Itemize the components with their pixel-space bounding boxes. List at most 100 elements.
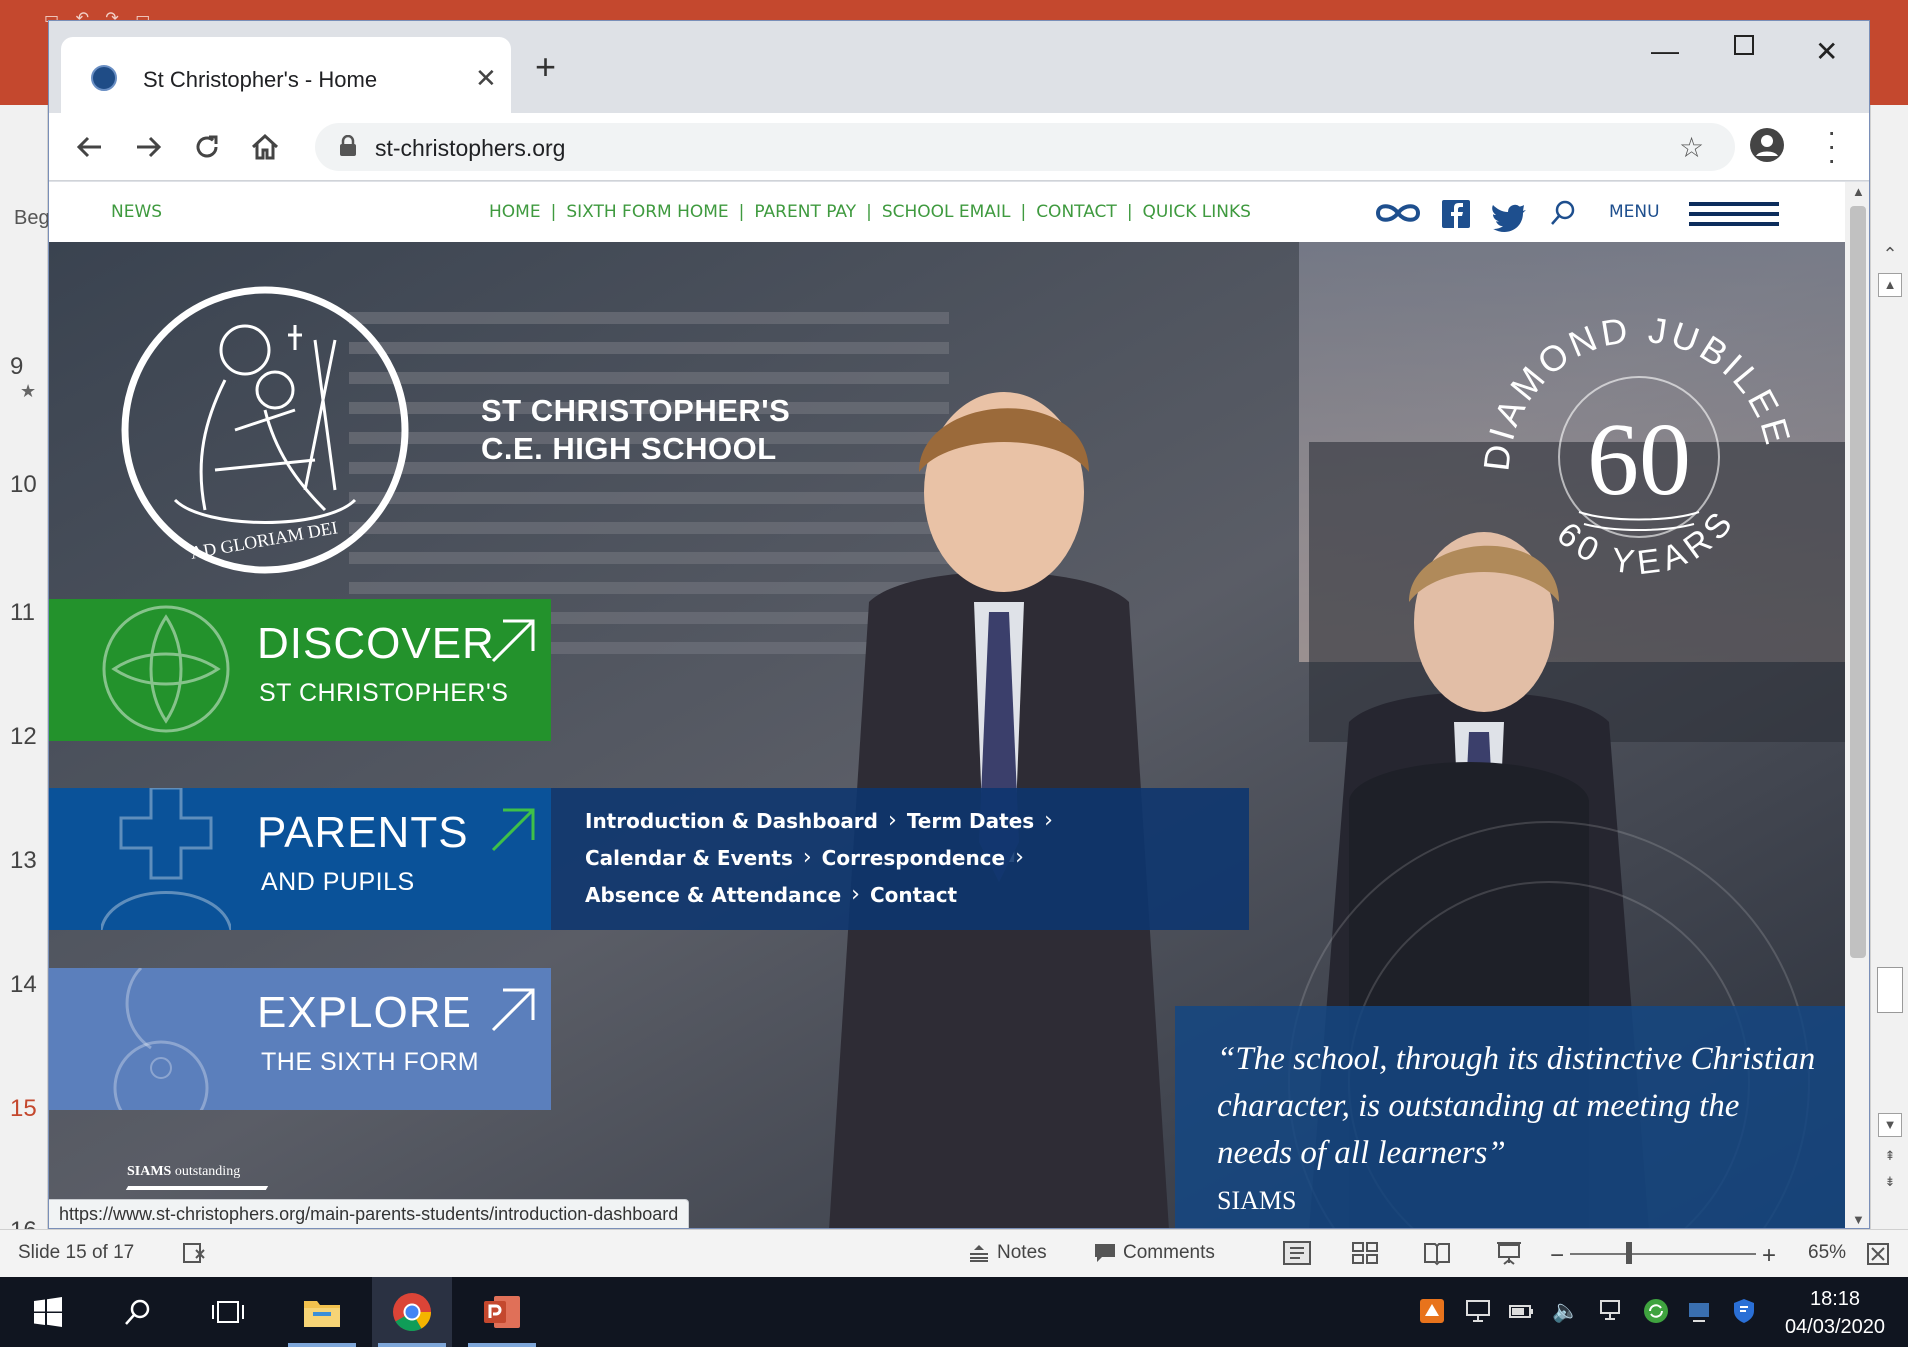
slide-scrollbar[interactable]: ⌃ ▲ ▼ ⇞ ⇟: [1870, 105, 1908, 1229]
previous-slide-icon[interactable]: ⇞: [1878, 1145, 1902, 1169]
back-icon[interactable]: [69, 127, 109, 167]
search-button[interactable]: [98, 1277, 178, 1347]
system-clock[interactable]: 18:18 04/03/2020: [1770, 1285, 1900, 1341]
new-tab-button[interactable]: +: [535, 47, 556, 87]
notes-button[interactable]: Notes: [968, 1242, 1047, 1264]
nav-quick-links[interactable]: QUICK LINKS: [1143, 202, 1251, 222]
zoom-out-button[interactable]: −: [1550, 1242, 1564, 1270]
nav-separator: |: [1126, 202, 1133, 222]
slide-number-11[interactable]: 11: [10, 599, 35, 627]
scroll-down-button[interactable]: ▼: [1878, 1113, 1902, 1137]
link-introduction-dashboard[interactable]: Introduction & Dashboard: [585, 809, 878, 833]
link-correspondence[interactable]: Correspondence: [822, 846, 1005, 870]
reading-view-icon[interactable]: [1422, 1240, 1452, 1266]
accessibility-icon[interactable]: [182, 1242, 208, 1264]
maximize-icon[interactable]: [1733, 31, 1755, 63]
task-view-button[interactable]: [188, 1277, 268, 1347]
link-contact[interactable]: Contact: [870, 883, 957, 907]
nav-contact[interactable]: CONTACT: [1036, 202, 1117, 222]
infinity-logo-icon[interactable]: [1375, 204, 1421, 222]
address-bar[interactable]: st-christophers.org ☆: [315, 123, 1735, 171]
menu-label[interactable]: MENU: [1609, 202, 1660, 222]
close-tab-icon[interactable]: ✕: [475, 63, 497, 94]
forward-icon[interactable]: [129, 127, 169, 167]
slide-number-12[interactable]: 12: [10, 723, 37, 751]
bookmark-star-icon[interactable]: ☆: [1679, 131, 1704, 164]
slide-sorter-icon[interactable]: [1350, 1240, 1380, 1266]
shield-icon[interactable]: [1730, 1297, 1758, 1325]
discover-st-christophers-button[interactable]: DISCOVER ST CHRISTOPHER'S: [49, 599, 551, 741]
slide-number-10[interactable]: 10: [10, 471, 37, 499]
chrome-menu-icon[interactable]: · · ·: [1827, 118, 1836, 174]
school-crest-logo: AD GLORIAM DEI: [121, 286, 409, 574]
hero-banner: AD GLORIAM DEI ST CHRISTOPHER'S C.E. HIG…: [49, 242, 1845, 1228]
url-text[interactable]: st-christophers.org: [375, 135, 565, 162]
start-button[interactable]: [8, 1277, 88, 1347]
page-scrollbar[interactable]: ▲ ▼: [1845, 182, 1869, 1228]
profile-avatar-icon[interactable]: [1749, 127, 1785, 168]
chrome-icon: [393, 1293, 432, 1332]
nav-parent-pay[interactable]: PARENT PAY: [754, 202, 856, 222]
search-icon[interactable]: [1551, 200, 1575, 225]
parents-and-pupils-button[interactable]: PARENTS AND PUPILS: [49, 788, 551, 930]
news-link[interactable]: NEWS: [111, 202, 162, 222]
notification-app-icon[interactable]: [1418, 1297, 1446, 1325]
siams-badge[interactable]: SIAMS outstanding: [125, 1164, 269, 1190]
chrome-taskbar-button[interactable]: [372, 1277, 452, 1347]
minimize-icon[interactable]: —: [1651, 35, 1679, 67]
scroll-up-arrow-icon[interactable]: ▲: [1852, 184, 1865, 199]
comments-button[interactable]: Comments: [1094, 1242, 1215, 1264]
powerpoint-taskbar-button[interactable]: [462, 1277, 542, 1347]
battery-icon[interactable]: [1508, 1297, 1536, 1325]
facebook-icon[interactable]: [1442, 200, 1470, 228]
zoom-level[interactable]: 65%: [1808, 1242, 1846, 1264]
file-explorer-button[interactable]: [282, 1277, 362, 1347]
slide-thumbnail-pane[interactable]: Beg 9 ★ 10 11 12 13 14 15 16: [0, 105, 50, 1244]
lock-icon[interactable]: [339, 134, 357, 162]
sync-icon[interactable]: [1642, 1297, 1670, 1325]
hamburger-menu-icon[interactable]: [1689, 202, 1779, 234]
zoom-slider-thumb[interactable]: [1626, 1242, 1632, 1264]
slide-number-13[interactable]: 13: [10, 847, 37, 875]
siams-quote-panel: “The school, through its distinctive Chr…: [1175, 1006, 1845, 1228]
link-hover-status-url: https://www.st-christophers.org/main-par…: [49, 1199, 690, 1228]
device-icon[interactable]: [1686, 1297, 1714, 1325]
school-name[interactable]: ST CHRISTOPHER'S C.E. HIGH SCHOOL: [481, 392, 790, 468]
cross-symbol-icon: [101, 788, 231, 930]
zoom-in-button[interactable]: +: [1762, 1242, 1776, 1270]
twitter-icon[interactable]: [1492, 204, 1526, 233]
scroll-up-button[interactable]: ▲: [1878, 273, 1902, 297]
page-scrollbar-thumb[interactable]: [1850, 206, 1866, 958]
zoom-slider[interactable]: [1570, 1253, 1756, 1255]
quote-text: “The school, through its distinctive Chr…: [1217, 1041, 1816, 1171]
next-slide-icon[interactable]: ⇟: [1878, 1171, 1902, 1195]
normal-view-icon[interactable]: [1282, 1240, 1312, 1266]
link-term-dates[interactable]: Term Dates: [907, 809, 1034, 833]
search-icon: [125, 1299, 150, 1325]
close-window-icon[interactable]: ✕: [1815, 35, 1838, 68]
monitor-icon[interactable]: [1464, 1297, 1492, 1325]
explore-sixth-form-button[interactable]: EXPLORE THE SIXTH FORM: [49, 968, 551, 1110]
powerpoint-status-bar: Slide 15 of 17 Notes Comments − + 65%: [0, 1229, 1908, 1277]
browser-tab[interactable]: St Christopher's - Home ✕: [61, 37, 511, 113]
slide-number-9[interactable]: 9: [10, 353, 23, 381]
slide-number-14[interactable]: 14: [10, 971, 37, 999]
link-calendar-events[interactable]: Calendar & Events: [585, 846, 793, 870]
volume-icon[interactable]: 🔈: [1552, 1297, 1580, 1325]
scroll-up-icon[interactable]: ⌃: [1878, 243, 1902, 267]
arrow-up-right-icon: [491, 808, 535, 852]
chrome-window: St Christopher's - Home ✕ + — ✕ st-chris…: [48, 20, 1870, 1229]
scroll-down-arrow-icon[interactable]: ▼: [1852, 1212, 1865, 1227]
nav-school-email[interactable]: SCHOOL EMAIL: [882, 202, 1011, 222]
fit-to-window-icon[interactable]: [1866, 1242, 1890, 1266]
scrollbar-thumb[interactable]: [1877, 967, 1903, 1013]
reload-icon[interactable]: [187, 127, 227, 167]
network-icon[interactable]: [1598, 1297, 1626, 1325]
nav-home[interactable]: HOME: [489, 202, 541, 222]
nav-sixth-form-home[interactable]: SIXTH FORM HOME: [566, 202, 728, 222]
slide-number-15[interactable]: 15: [10, 1095, 37, 1123]
home-icon[interactable]: [245, 127, 285, 167]
slideshow-icon[interactable]: [1494, 1240, 1524, 1266]
jubilee-number: 60: [1587, 402, 1691, 517]
link-absence-attendance[interactable]: Absence & Attendance: [585, 883, 841, 907]
